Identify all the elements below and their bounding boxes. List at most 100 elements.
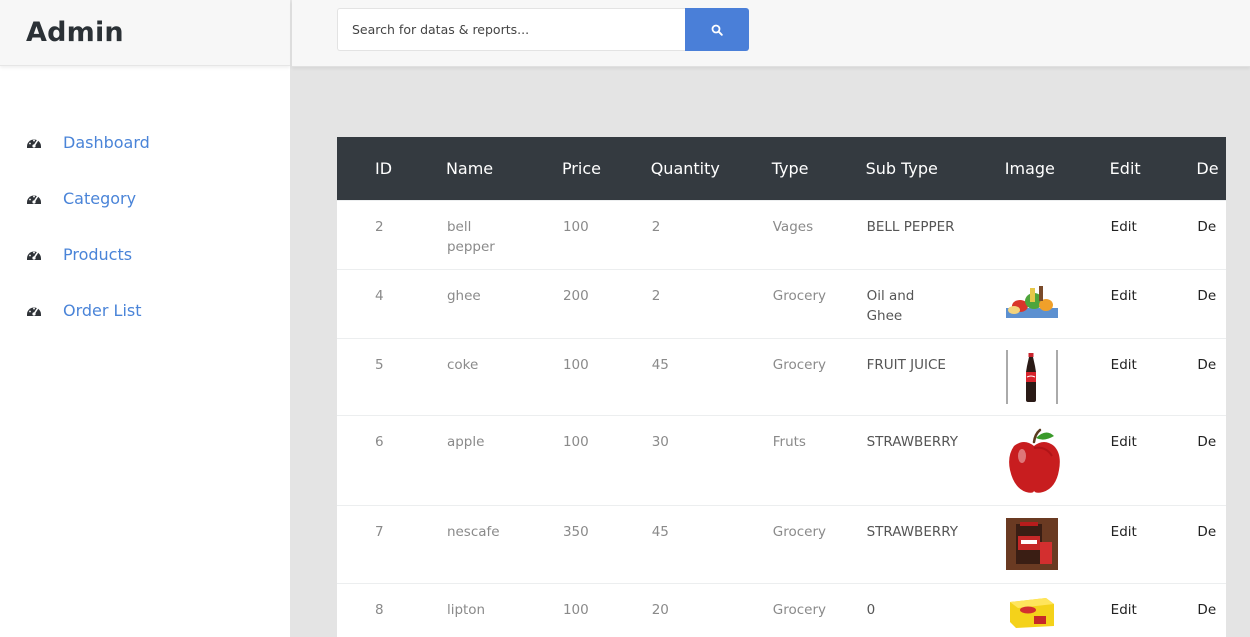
cell-sub-type-text: Oil and Ghee [866,287,915,324]
topbar [292,0,1250,67]
cell-name: apple [445,414,562,505]
cell-id: 7 [337,504,446,583]
header-edit: Edit [1109,158,1141,178]
cell-image [1004,337,1110,415]
search-input[interactable] [337,8,685,51]
sidebar: Admin Dashboard Category Products Order … [0,0,290,637]
cell-edit: Edit [1109,199,1197,269]
cell-image [1004,504,1110,583]
cell-edit: Edit [1109,268,1197,338]
cell-name: bell pepper [445,199,562,269]
cell-quantity: 20 [650,582,772,637]
sidebar-item-products[interactable]: Products [0,226,290,282]
cell-id: 2 [337,199,446,269]
dashboard-icon [26,190,42,206]
delete-link[interactable]: De [1197,219,1216,235]
header-name: Name [445,158,494,178]
header-delete: De [1196,158,1219,178]
cell-sub-type: FRUIT JUICE [865,337,1005,415]
groceries-image [1005,281,1058,318]
cell-quantity: 2 [650,268,772,338]
coke-bottle-image [1005,349,1058,404]
sidebar-item-label: Order List [63,300,142,320]
delete-link[interactable]: De [1197,288,1216,304]
cell-image [1004,199,1110,269]
cell-name-text: bell pepper [446,218,495,255]
edit-link[interactable]: Edit [1111,602,1137,618]
table-row: 6 apple 100 30 Fruts STRAWBERRY Edit De [337,414,1226,505]
cell-delete: De [1196,337,1226,415]
cell-id: 6 [337,414,446,505]
cell-type: Grocery [771,337,866,415]
cell-edit: Edit [1109,414,1197,505]
sidebar-item-category[interactable]: Category [0,170,290,226]
cell-sub-type: STRAWBERRY [865,414,1005,505]
dashboard-icon [26,134,42,150]
cell-type: Fruts [771,414,866,505]
search-button[interactable] [685,8,749,51]
sidebar-item-dashboard[interactable]: Dashboard [0,114,290,170]
cell-sub-type: Oil and Ghee [865,268,1005,338]
cell-image [1004,414,1110,505]
table-row: 8 lipton 100 20 Grocery 0 Edit De [337,582,1226,637]
cell-name: lipton [445,582,562,637]
search-icon [711,24,723,36]
edit-link[interactable]: Edit [1111,524,1137,540]
nescafe-jar-image [1005,517,1058,570]
cell-sub-type: STRAWBERRY [865,504,1005,583]
cell-id: 5 [337,337,446,415]
table-row: 2 bell pepper 100 2 Vages BELL PEPPER Ed… [337,199,1226,269]
cell-image [1004,268,1110,338]
cell-name: ghee [445,268,562,338]
cell-sub-type: 0 [865,582,1005,637]
products-table-container: ID Name Price Quantity Type Sub Type Ima… [337,137,1226,637]
edit-link[interactable]: Edit [1111,219,1137,235]
cell-delete: De [1196,582,1226,637]
header-type: Type [771,158,809,178]
header-sub-type: Sub Type [865,158,938,178]
cell-type: Grocery [771,582,866,637]
cell-delete: De [1196,504,1226,583]
header-quantity: Quantity [650,158,720,178]
cell-delete: De [1196,414,1226,505]
table-header: ID Name Price Quantity Type Sub Type Ima… [337,137,1226,200]
sidebar-item-order-list[interactable]: Order List [0,282,290,338]
cell-price: 100 [561,414,651,505]
cell-image [1004,582,1110,637]
delete-link[interactable]: De [1197,357,1216,373]
cell-quantity: 2 [650,199,772,269]
cell-id: 4 [337,268,446,338]
edit-link[interactable]: Edit [1111,434,1137,450]
search-bar [337,8,749,51]
cell-id: 8 [337,582,446,637]
delete-link[interactable]: De [1197,524,1216,540]
table-row: 4 ghee 200 2 Grocery Oil and Ghee Edit D… [337,268,1226,338]
cell-type: Vages [771,199,866,269]
header-image: Image [1004,158,1055,178]
cell-edit: Edit [1109,504,1197,583]
brand-header: Admin [0,0,290,66]
delete-link[interactable]: De [1197,602,1216,618]
brand-title: Admin [26,17,124,48]
apple-image [1008,428,1060,493]
cell-delete: De [1196,268,1226,338]
delete-link[interactable]: De [1197,434,1216,450]
header-id: ID [375,158,393,178]
table-row: 5 coke 100 45 Grocery FRUIT JUICE Edit D… [337,337,1226,415]
cell-sub-type: BELL PEPPER [865,199,1005,269]
cell-delete: De [1196,199,1226,269]
cell-name: nescafe [445,504,562,583]
cell-quantity: 45 [650,337,772,415]
dashboard-icon [26,302,42,318]
cell-price: 350 [561,504,651,583]
edit-link[interactable]: Edit [1111,288,1137,304]
cell-quantity: 30 [650,414,772,505]
cell-price: 100 [561,199,651,269]
sidebar-item-label: Category [63,188,137,208]
cell-price: 100 [561,337,651,415]
edit-link[interactable]: Edit [1111,357,1137,373]
cell-type: Grocery [771,268,866,338]
cell-price: 100 [561,582,651,637]
cell-quantity: 45 [650,504,772,583]
cell-edit: Edit [1109,337,1197,415]
